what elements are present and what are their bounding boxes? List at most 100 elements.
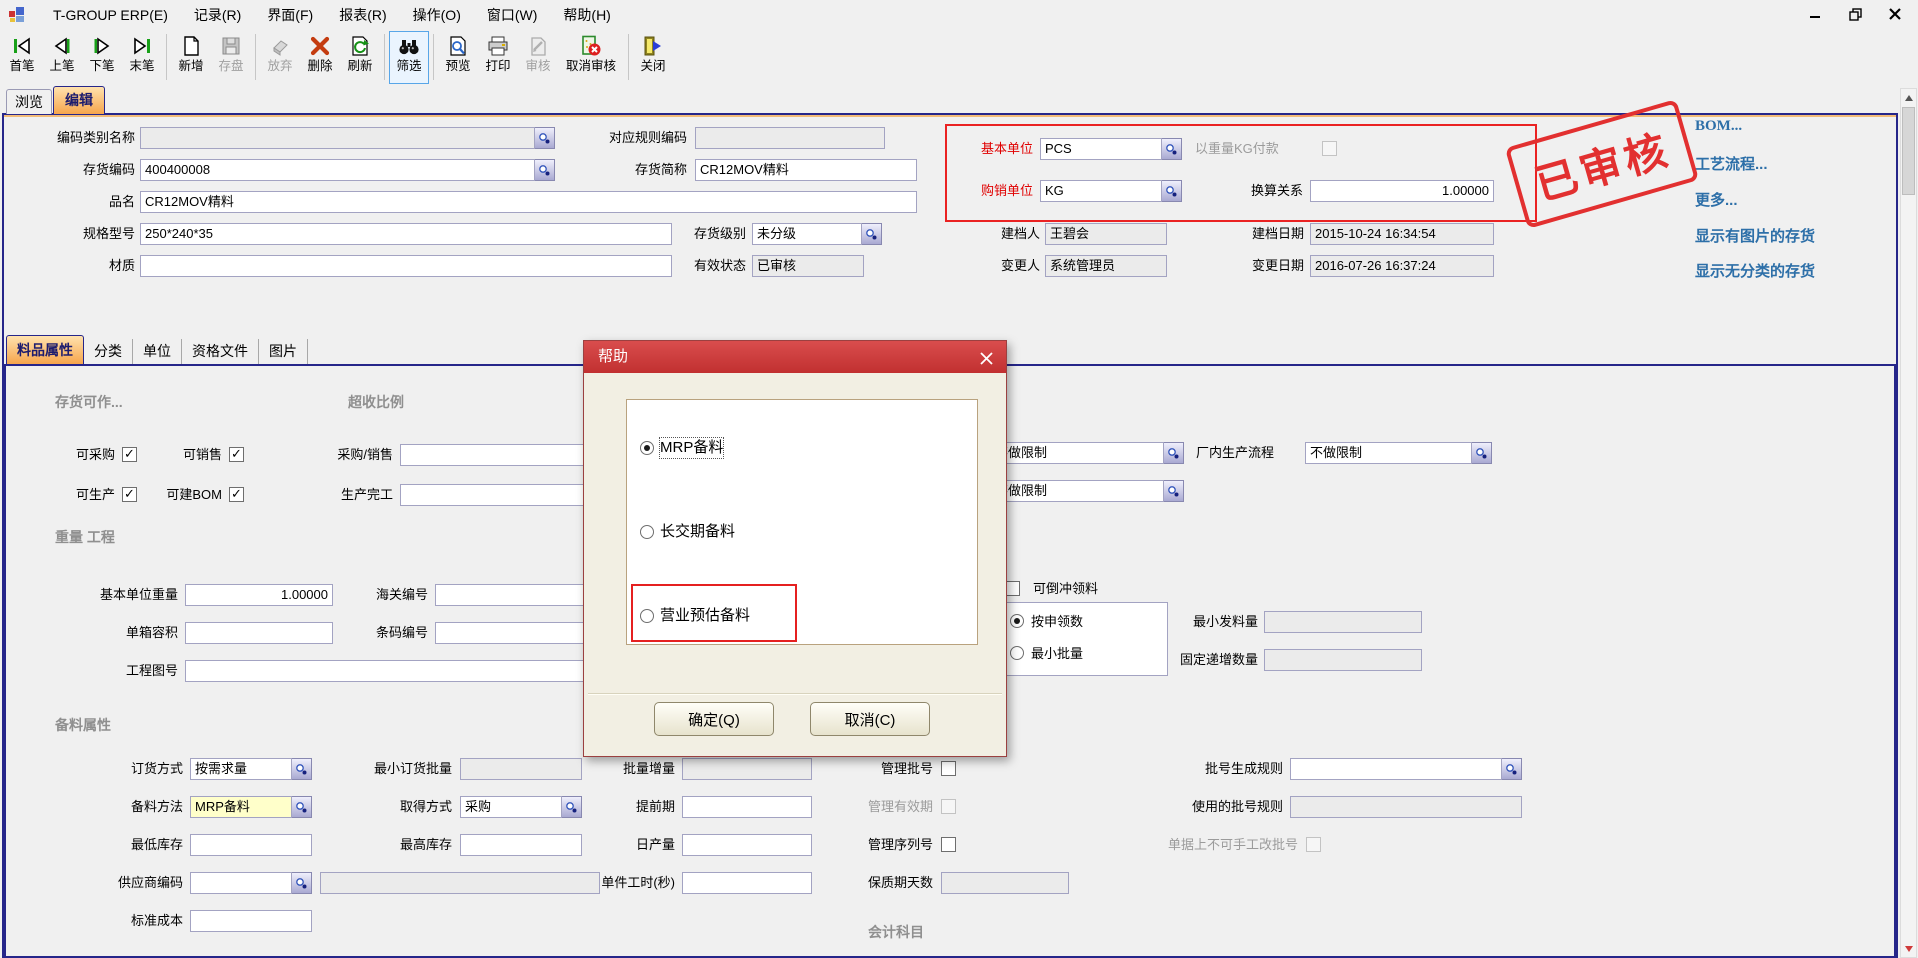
- option-long-leadtime-radio[interactable]: [640, 525, 654, 539]
- option-business-forecast-label[interactable]: 营业预估备料: [660, 606, 750, 626]
- spec-field[interactable]: 250*240*35: [140, 223, 672, 245]
- prod-finish-field[interactable]: [400, 484, 600, 506]
- tab-classification[interactable]: 分类: [84, 339, 133, 364]
- tab-item-attributes[interactable]: 料品属性: [6, 335, 84, 364]
- tab-images[interactable]: 图片: [259, 339, 308, 364]
- delete-button[interactable]: 删除: [300, 31, 340, 84]
- option-long-leadtime-label[interactable]: 长交期备料: [660, 522, 735, 542]
- option-mrp-label[interactable]: MRP备料: [660, 438, 723, 458]
- min-batch-radio[interactable]: [1010, 646, 1024, 660]
- menu-operation[interactable]: 操作(O): [400, 2, 474, 28]
- link-show-with-image[interactable]: 显示有图片的存货: [1695, 225, 1815, 246]
- item-name-field[interactable]: CR12MOV精料: [140, 191, 917, 213]
- backflush-checkbox[interactable]: [1005, 581, 1020, 596]
- option-mrp-radio[interactable]: [640, 441, 654, 455]
- factory-flow-field[interactable]: 不做限制: [1305, 442, 1492, 464]
- daily-output-field[interactable]: [682, 834, 812, 856]
- sellable-checkbox[interactable]: [229, 447, 244, 462]
- manage-batch-checkbox[interactable]: [941, 761, 956, 776]
- close-window-button[interactable]: 关闭: [633, 31, 673, 84]
- issue-by-request-radio[interactable]: [1010, 614, 1024, 628]
- order-mode-field[interactable]: 按需求量: [190, 758, 312, 780]
- lookup-icon[interactable]: [1502, 758, 1522, 780]
- level-value[interactable]: 未分级: [752, 223, 862, 245]
- link-process-flow[interactable]: 工艺流程...: [1695, 153, 1768, 174]
- lookup-icon[interactable]: [562, 796, 582, 818]
- box-volume-field[interactable]: [185, 622, 333, 644]
- link-show-unclassified[interactable]: 显示无分类的存货: [1695, 260, 1815, 281]
- restriction-value-1[interactable]: 不做限制: [990, 442, 1164, 464]
- option-business-forecast-radio[interactable]: [640, 609, 654, 623]
- lookup-icon[interactable]: [292, 872, 312, 894]
- scroll-down-icon[interactable]: [1902, 941, 1915, 956]
- restore-icon[interactable]: [1842, 3, 1868, 25]
- menu-help[interactable]: 帮助(H): [550, 2, 623, 28]
- filter-button[interactable]: 筛选: [389, 31, 429, 84]
- lookup-icon[interactable]: [292, 758, 312, 780]
- lookup-icon[interactable]: [1472, 442, 1492, 464]
- can-build-bom-checkbox[interactable]: [229, 487, 244, 502]
- lookup-icon[interactable]: [1162, 138, 1182, 160]
- order-mode-value[interactable]: 按需求量: [190, 758, 292, 780]
- lookup-icon[interactable]: [535, 159, 555, 181]
- trade-unit-value[interactable]: KG: [1040, 180, 1162, 202]
- vertical-scrollbar[interactable]: [1900, 88, 1917, 958]
- tab-qualification-files[interactable]: 资格文件: [182, 339, 259, 364]
- trade-unit-field[interactable]: KG: [1040, 180, 1182, 202]
- barcode-field[interactable]: [435, 622, 600, 644]
- base-unit-value[interactable]: PCS: [1040, 138, 1162, 160]
- acquire-mode-value[interactable]: 采购: [460, 796, 562, 818]
- batch-rule-value[interactable]: [1290, 758, 1502, 780]
- coding-category-value[interactable]: [140, 127, 535, 149]
- drawing-no-field[interactable]: [185, 660, 600, 682]
- prev-record-button[interactable]: 上笔: [42, 31, 82, 84]
- lookup-icon[interactable]: [535, 127, 555, 149]
- menu-app[interactable]: T-GROUP ERP(E): [40, 4, 181, 26]
- new-button[interactable]: 新增: [171, 31, 211, 84]
- cancel-audit-button[interactable]: 取消审核: [558, 31, 624, 84]
- scrollbar-thumb[interactable]: [1902, 107, 1915, 195]
- link-bom[interactable]: BOM...: [1695, 118, 1742, 135]
- lookup-icon[interactable]: [862, 223, 882, 245]
- tab-edit[interactable]: 编辑: [53, 86, 105, 114]
- base-weight-field[interactable]: 1.00000: [185, 584, 333, 606]
- first-record-button[interactable]: 首笔: [2, 31, 42, 84]
- item-abbr-field[interactable]: CR12MOV精料: [695, 159, 917, 181]
- minimize-icon[interactable]: [1802, 3, 1828, 25]
- restriction-field-2[interactable]: 不做限制: [990, 480, 1184, 502]
- base-unit-field[interactable]: PCS: [1040, 138, 1182, 160]
- max-stock-field[interactable]: [460, 834, 582, 856]
- std-cost-field[interactable]: [190, 910, 312, 932]
- conversion-field[interactable]: 1.00000: [1310, 180, 1494, 202]
- print-button[interactable]: 打印: [478, 31, 518, 84]
- lead-time-field[interactable]: [682, 796, 812, 818]
- dialog-close-icon[interactable]: [976, 348, 996, 368]
- lookup-icon[interactable]: [1164, 480, 1184, 502]
- item-code-field[interactable]: 400400008: [140, 159, 555, 181]
- producible-checkbox[interactable]: [122, 487, 137, 502]
- manage-serial-checkbox[interactable]: [941, 837, 956, 852]
- factory-flow-value[interactable]: 不做限制: [1305, 442, 1472, 464]
- lookup-icon[interactable]: [292, 796, 312, 818]
- tab-browse[interactable]: 浏览: [6, 89, 52, 114]
- supplier-code-value[interactable]: [190, 872, 292, 894]
- close-icon[interactable]: [1882, 3, 1908, 25]
- restriction-field-1[interactable]: 不做限制: [990, 442, 1184, 464]
- lookup-icon[interactable]: [1162, 180, 1182, 202]
- material-field[interactable]: [140, 255, 672, 277]
- level-field[interactable]: 未分级: [752, 223, 882, 245]
- lookup-icon[interactable]: [1164, 442, 1184, 464]
- prep-method-field[interactable]: MRP备料: [190, 796, 312, 818]
- scroll-up-icon[interactable]: [1902, 90, 1915, 105]
- batch-rule-field[interactable]: [1290, 758, 1522, 780]
- customs-code-field[interactable]: [435, 584, 600, 606]
- unit-time-field[interactable]: [682, 872, 812, 894]
- refresh-button[interactable]: 刷新: [340, 31, 380, 84]
- restriction-value-2[interactable]: 不做限制: [990, 480, 1164, 502]
- min-stock-field[interactable]: [190, 834, 312, 856]
- tab-units[interactable]: 单位: [133, 339, 182, 364]
- purchase-sale-field[interactable]: [400, 444, 600, 466]
- dialog-cancel-button[interactable]: 取消(C): [810, 702, 930, 736]
- coding-category-field[interactable]: [140, 127, 555, 149]
- menu-report[interactable]: 报表(R): [326, 2, 399, 28]
